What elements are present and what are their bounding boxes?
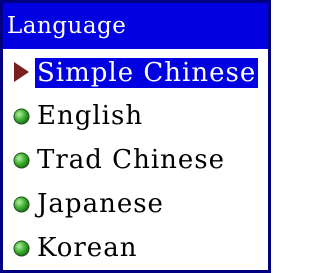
menu-item-label: Trad Chinese — [37, 145, 225, 175]
menu-item-english[interactable]: English — [3, 94, 268, 138]
menu-item-japanese[interactable]: Japanese — [3, 182, 268, 226]
language-menu: Language Simple Chinese English Trad Chi… — [0, 0, 271, 273]
menu-item-label: Simple Chinese — [35, 58, 259, 88]
green-bullet-icon — [13, 240, 30, 257]
green-bullet-icon — [13, 152, 30, 169]
menu-item-label: Japanese — [37, 189, 164, 219]
menu-item-korean[interactable]: Korean — [3, 226, 268, 270]
selected-arrow-icon — [13, 62, 30, 82]
green-bullet-icon — [13, 108, 30, 125]
menu-item-label: English — [37, 101, 144, 131]
menu-item-simple-chinese[interactable]: Simple Chinese — [3, 50, 268, 94]
menu-item-trad-chinese[interactable]: Trad Chinese — [3, 138, 268, 182]
menu-item-label: Korean — [37, 233, 138, 263]
language-list: Simple Chinese English Trad Chinese Japa… — [3, 50, 268, 270]
menu-title: Language — [3, 3, 268, 49]
green-bullet-icon — [13, 196, 30, 213]
